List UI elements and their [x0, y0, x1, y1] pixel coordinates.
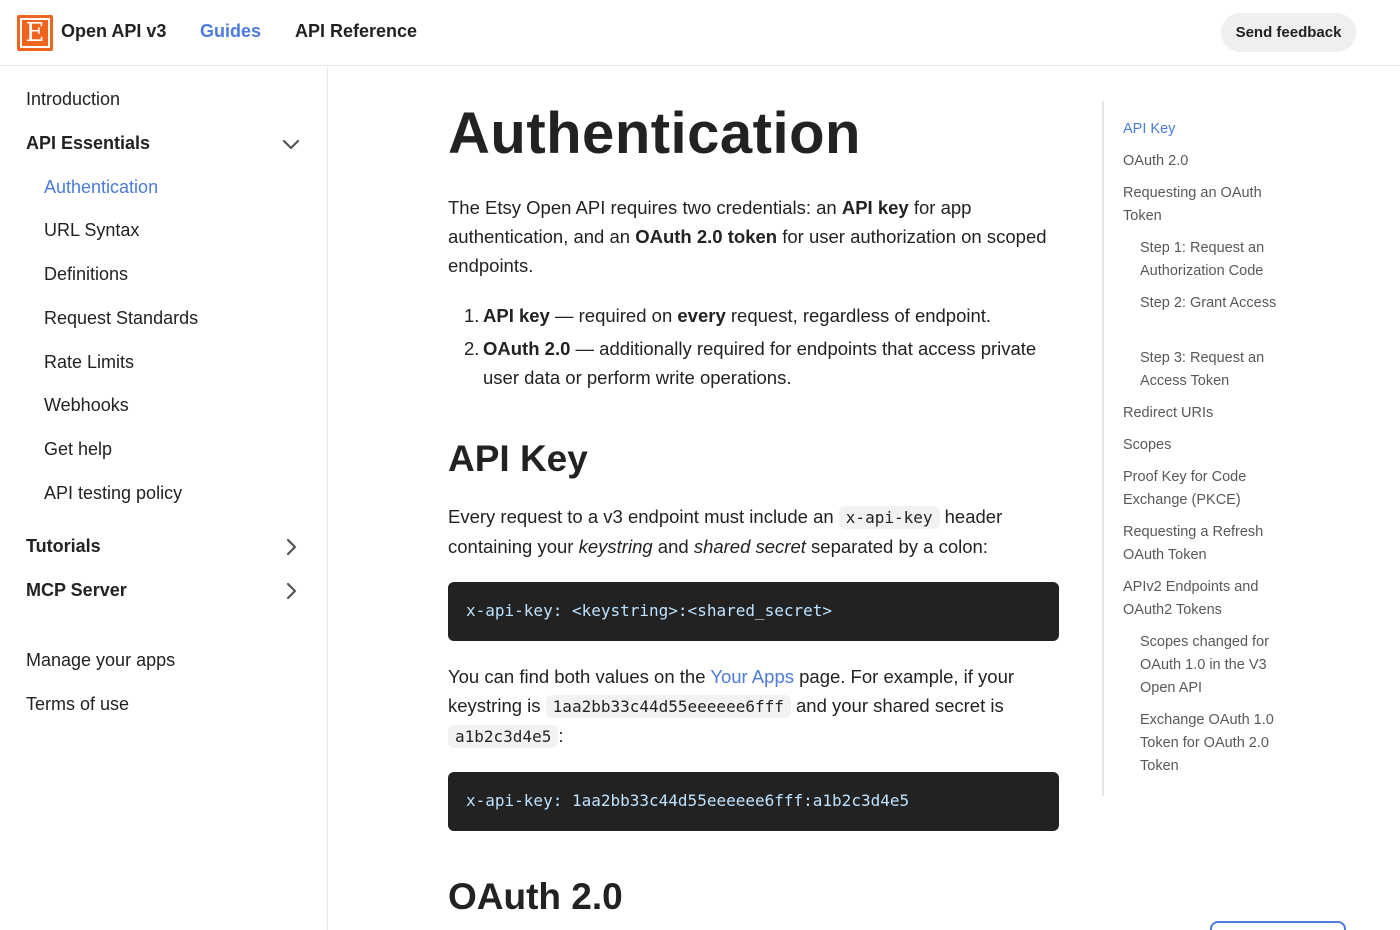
brand-title[interactable]: Open API v3 — [61, 21, 166, 42]
chevron-down-icon[interactable] — [281, 135, 301, 155]
toc-item-step-3[interactable]: Step 3: Request an Access Token — [1140, 347, 1280, 393]
top-header: E Open API v3 Guides API Reference Send … — [0, 0, 1400, 66]
sidebar-item-webhooks[interactable]: Webhooks — [44, 395, 129, 416]
sidebar-item-url-syntax[interactable]: URL Syntax — [44, 220, 139, 241]
floating-widget-tab[interactable] — [1210, 921, 1346, 930]
chevron-right-icon[interactable] — [281, 581, 301, 601]
page-title: Authentication — [448, 101, 861, 166]
sidebar-section-tutorials[interactable]: Tutorials — [26, 536, 101, 557]
sidebar-item-definitions[interactable]: Definitions — [44, 264, 128, 285]
sidebar-item-api-testing-policy[interactable]: API testing policy — [44, 483, 182, 504]
toc-item-scopes[interactable]: Scopes — [1123, 434, 1283, 457]
nav-guides[interactable]: Guides — [200, 21, 261, 42]
toc-item-requesting-oauth-token[interactable]: Requesting an OAuth Token — [1123, 182, 1283, 228]
table-of-contents: API Key OAuth 2.0 Requesting an OAuth To… — [1102, 101, 1292, 796]
toc-item-redirect-uris[interactable]: Redirect URIs — [1123, 402, 1283, 425]
etsy-logo-icon[interactable]: E — [17, 15, 53, 51]
send-feedback-button[interactable]: Send feedback — [1221, 13, 1356, 52]
toc-item-oauth[interactable]: OAuth 2.0 — [1123, 150, 1283, 173]
sidebar-section-mcp-server[interactable]: MCP Server — [26, 580, 127, 601]
sidebar: Introduction API Essentials Authenticati… — [0, 67, 328, 930]
nav-api-reference[interactable]: API Reference — [295, 21, 417, 42]
toc-item-apiv2-endpoints[interactable]: APIv2 Endpoints and OAuth2 Tokens — [1123, 576, 1283, 622]
sidebar-item-request-standards[interactable]: Request Standards — [44, 308, 198, 329]
section-heading-oauth: OAuth 2.0 — [448, 876, 623, 917]
sidebar-section-api-essentials[interactable]: API Essentials — [26, 133, 150, 154]
toc-item-api-key[interactable]: API Key — [1123, 118, 1283, 141]
list-item: 1. API key — required on every request, r… — [464, 305, 992, 326]
code-line: x-api-key: <keystring>:<shared_secret> — [466, 601, 833, 620]
intro-paragraph: The Etsy Open API requires two credentia… — [448, 197, 1047, 276]
apikey-paragraph: Every request to a v3 endpoint must incl… — [448, 506, 1003, 557]
toc-item-pkce[interactable]: Proof Key for Code Exchange (PKCE) — [1123, 466, 1283, 512]
toc-item-refresh-token[interactable]: Requesting a Refresh OAuth Token — [1123, 521, 1283, 567]
toc-item-step-2[interactable]: Step 2: Grant Access — [1140, 292, 1280, 315]
chevron-right-icon[interactable] — [281, 537, 301, 557]
sidebar-item-rate-limits[interactable]: Rate Limits — [44, 352, 134, 373]
code-line: x-api-key: 1aa2bb33c44d55eeeeee6fff:a1b2… — [466, 791, 910, 810]
code-block[interactable]: x-api-key: 1aa2bb33c44d55eeeeee6fff:a1b2… — [448, 772, 1059, 831]
sidebar-item-get-help[interactable]: Get help — [44, 439, 112, 460]
sidebar-item-manage-apps[interactable]: Manage your apps — [26, 650, 175, 671]
toc-item-step-1[interactable]: Step 1: Request an Authorization Code — [1140, 237, 1280, 283]
sidebar-item-authentication[interactable]: Authentication — [44, 177, 158, 198]
credentials-list: 1. API key — required on every request, r… — [448, 301, 1063, 396]
sidebar-item-terms[interactable]: Terms of use — [26, 694, 129, 715]
toc-item-scopes-changed[interactable]: Scopes changed for OAuth 1.0 in the V3 O… — [1140, 631, 1280, 700]
section-heading-api-key: API Key — [448, 438, 588, 479]
your-apps-link[interactable]: Your Apps — [710, 666, 794, 687]
find-values-paragraph: You can find both values on the Your App… — [448, 666, 1015, 748]
list-item: 2. OAuth 2.0 — additionally required for … — [464, 338, 1037, 388]
toc-item-exchange-token[interactable]: Exchange OAuth 1.0 Token for OAuth 2.0 T… — [1140, 709, 1280, 778]
sidebar-item-introduction[interactable]: Introduction — [26, 89, 120, 110]
code-block[interactable]: x-api-key: <keystring>:<shared_secret> — [448, 582, 1059, 641]
